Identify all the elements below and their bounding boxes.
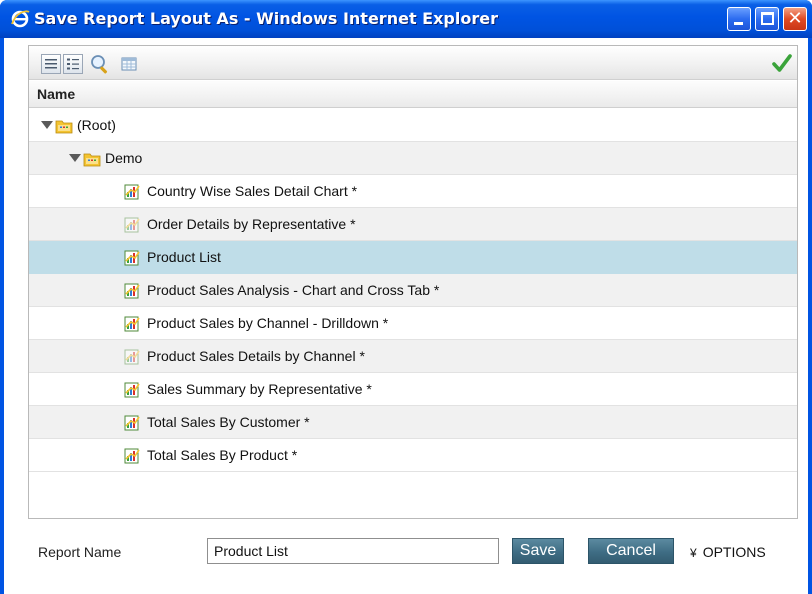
name-header-label: Name (37, 86, 76, 102)
report-label: Product Sales Details by Channel * (147, 348, 365, 364)
report-name-input[interactable] (207, 538, 499, 564)
list-view-icon (45, 59, 57, 69)
checkmark-icon (772, 54, 792, 72)
details-view-icon (67, 58, 79, 70)
grid-view-button[interactable] (119, 54, 139, 74)
folder-icon (83, 150, 101, 167)
close-icon: ✕ (787, 8, 803, 29)
expand-arrow-icon[interactable] (69, 154, 81, 162)
report-icon (123, 315, 141, 332)
browser-window: Save Report Layout As - Windows Internet… (0, 0, 812, 594)
report-row[interactable]: Product Sales Details by Channel * (29, 340, 797, 373)
double-chevron-down-icon: ¥ (690, 546, 697, 560)
window-title: Save Report Layout As - Windows Internet… (34, 9, 498, 28)
report-icon (123, 447, 141, 464)
report-label: Order Details by Representative * (147, 216, 356, 232)
report-row[interactable]: Product Sales Analysis - Chart and Cross… (29, 274, 797, 307)
report-name-label: Report Name (38, 544, 122, 560)
folder-label: (Root) (77, 117, 116, 133)
maximize-button[interactable] (755, 7, 779, 31)
search-icon (91, 55, 108, 74)
report-label: Product Sales Analysis - Chart and Cross… (147, 282, 440, 298)
folder-row[interactable]: Demo (29, 142, 797, 175)
report-icon (123, 381, 141, 398)
minimize-button[interactable] (727, 7, 751, 31)
report-row[interactable]: Order Details by Representative * (29, 208, 797, 241)
report-icon (123, 414, 141, 431)
report-label: Product List (147, 249, 221, 265)
report-row[interactable]: Country Wise Sales Detail Chart * (29, 175, 797, 208)
expand-arrow-icon[interactable] (41, 121, 53, 129)
title-bar[interactable]: Save Report Layout As - Windows Internet… (0, 0, 812, 38)
folder-row[interactable]: (Root) (29, 109, 797, 142)
save-button[interactable]: Save (512, 538, 564, 564)
grid-icon (121, 57, 137, 71)
folder-icon (55, 117, 73, 134)
minimize-icon (734, 22, 743, 25)
report-icon (123, 183, 141, 200)
report-label: Total Sales By Product * (147, 447, 298, 463)
report-row[interactable]: Sales Summary by Representative * (29, 373, 797, 406)
report-icon (123, 348, 141, 365)
maximize-icon (761, 12, 774, 25)
report-row[interactable]: Total Sales By Product * (29, 439, 797, 472)
cancel-button[interactable]: Cancel (588, 538, 674, 564)
report-icon (123, 282, 141, 299)
name-column-header[interactable]: Name (29, 81, 797, 108)
report-row[interactable]: Product List (29, 241, 797, 274)
folder-label: Demo (105, 150, 143, 166)
report-row[interactable]: Total Sales By Customer * (29, 406, 797, 439)
report-label: Total Sales By Customer * (147, 414, 310, 430)
close-button[interactable]: ✕ (783, 7, 807, 31)
list-view-button[interactable] (41, 54, 61, 74)
file-browser-panel: Name (Root) Demo Country Wise Sales Detail… (28, 45, 798, 519)
browser-toolbar (29, 46, 797, 80)
report-icon (123, 216, 141, 233)
confirm-button[interactable] (771, 53, 792, 73)
report-label: Product Sales by Channel - Drilldown * (147, 315, 389, 331)
ie-logo-icon (11, 10, 30, 28)
report-label: Country Wise Sales Detail Chart * (147, 183, 358, 199)
search-button[interactable] (89, 54, 109, 74)
report-label: Sales Summary by Representative * (147, 381, 372, 397)
report-icon (123, 249, 141, 266)
options-label: OPTIONS (702, 544, 766, 560)
details-view-button[interactable] (63, 54, 83, 74)
options-toggle[interactable]: ¥ OPTIONS (690, 544, 766, 560)
report-row[interactable]: Product Sales by Channel - Drilldown * (29, 307, 797, 340)
